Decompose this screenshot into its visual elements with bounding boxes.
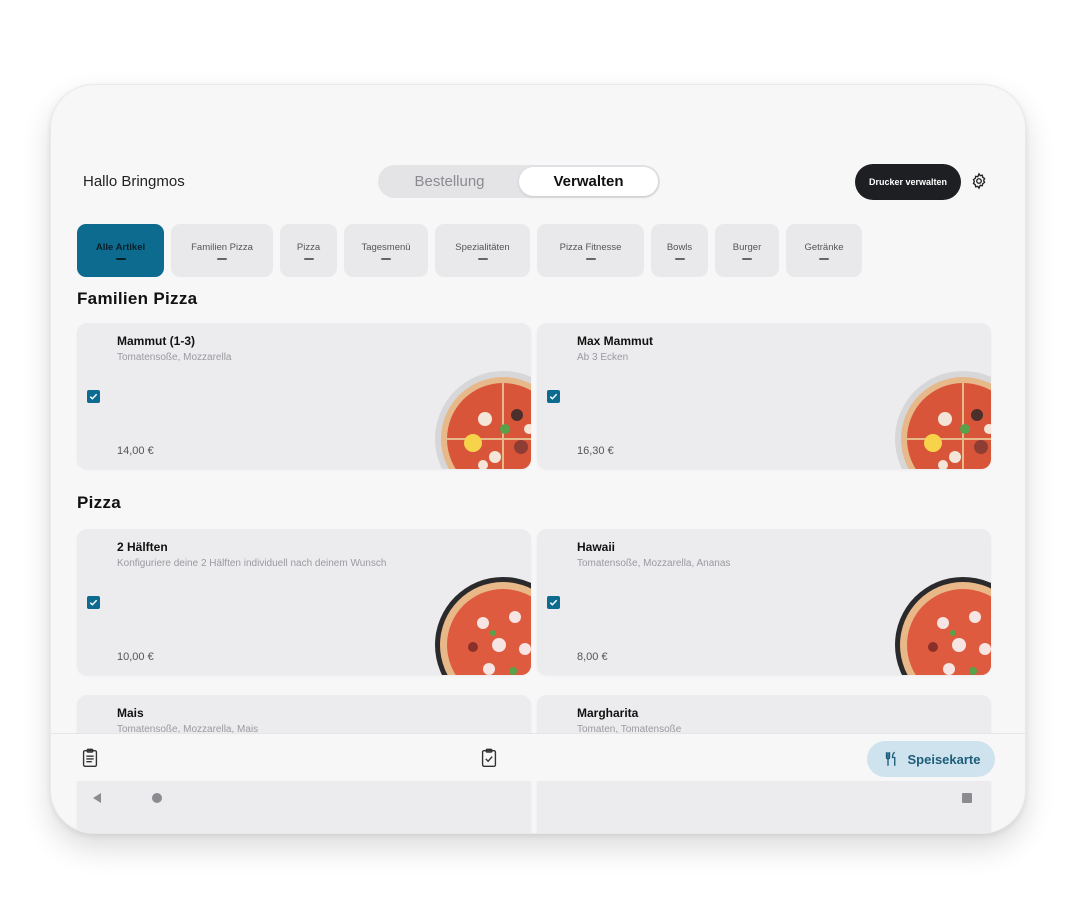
- pizza-image: [435, 577, 531, 675]
- category-label: Tagesmenü: [361, 241, 411, 253]
- clipboard-check-icon[interactable]: [478, 747, 500, 769]
- item-price: 16,30 €: [577, 445, 614, 457]
- back-triangle-icon[interactable]: [93, 793, 101, 803]
- category-label: Getränke: [804, 241, 844, 253]
- category-bar: Alle Artikel Familien Pizza Pizza Tagesm…: [77, 224, 862, 277]
- item-name: Max Mammut: [577, 334, 654, 348]
- item-price: 14,00 €: [117, 445, 154, 457]
- item-name: Mais: [117, 706, 144, 720]
- speisekarte-button[interactable]: Speisekarte: [867, 741, 995, 777]
- checkmark-icon: [89, 599, 98, 606]
- category-label: Burger: [732, 241, 762, 253]
- checkmark-icon: [549, 599, 558, 606]
- section-title-pizza: Pizza: [77, 493, 122, 512]
- availability-checkbox[interactable]: [87, 596, 100, 609]
- recent-square-icon[interactable]: [962, 793, 972, 803]
- item-name: Hawaii: [577, 540, 616, 554]
- category-chip-spezialitaeten[interactable]: Spezialitäten: [435, 224, 530, 277]
- pizza-image: [895, 577, 991, 675]
- category-dash: [819, 257, 829, 260]
- item-description: Konfiguriere deine 2 Hälften individuell…: [117, 558, 387, 569]
- checkmark-icon: [549, 393, 558, 400]
- item-name: Margharita: [577, 706, 639, 720]
- bottom-action-bar: Speisekarte: [51, 733, 1025, 781]
- category-chip-getraenke[interactable]: Getränke: [786, 224, 862, 277]
- system-navigation-bar: [51, 781, 1025, 821]
- fork-knife-icon: [885, 751, 895, 766]
- category-chip-pizza-fitnesse[interactable]: Pizza Fitnesse: [537, 224, 644, 277]
- gear-icon[interactable]: [970, 172, 988, 190]
- category-dash: [217, 257, 227, 260]
- category-dash: [303, 257, 314, 260]
- item-price: 10,00 €: [117, 651, 154, 663]
- item-description: Tomatensoße, Mozzarella: [117, 352, 232, 363]
- category-label: Pizza Fitnesse: [559, 241, 622, 253]
- category-label: Alle Artikel: [95, 241, 146, 253]
- item-name: 2 Hälften: [117, 540, 168, 554]
- menu-item-card[interactable]: Hawaii Tomatensoße, Mozzarella, Ananas 8…: [537, 529, 991, 675]
- menu-item-card[interactable]: Mammut (1-3) Tomatensoße, Mozzarella 14,…: [77, 323, 531, 469]
- availability-checkbox[interactable]: [547, 596, 560, 609]
- item-name: Mammut (1-3): [117, 334, 196, 348]
- section-title-familien-pizza: Familien Pizza: [77, 289, 198, 308]
- tab-verwalten[interactable]: Verwalten: [519, 167, 658, 196]
- category-chip-tagesmenu[interactable]: Tagesmenü: [344, 224, 428, 277]
- category-dash: [585, 257, 596, 260]
- menu-item-card[interactable]: 2 Hälften Konfiguriere deine 2 Hälften i…: [77, 529, 531, 675]
- category-chip-all[interactable]: Alle Artikel: [77, 224, 164, 277]
- menu-item-card[interactable]: Max Mammut Ab 3 Ecken 16,30 €: [537, 323, 991, 469]
- category-label: Spezialitäten: [455, 241, 510, 253]
- availability-checkbox[interactable]: [87, 390, 100, 403]
- category-dash: [742, 257, 752, 260]
- item-price: 8,00 €: [577, 651, 608, 663]
- category-label: Familien Pizza: [191, 241, 253, 253]
- home-circle-icon[interactable]: [152, 793, 162, 803]
- checkmark-icon: [89, 393, 98, 400]
- item-description: Ab 3 Ecken: [577, 352, 629, 363]
- category-dash: [674, 257, 685, 260]
- category-dash: [115, 257, 126, 260]
- speisekarte-label: Speisekarte: [907, 751, 981, 767]
- category-label: Pizza: [296, 241, 321, 253]
- category-dash: [381, 257, 391, 260]
- category-dash: [477, 257, 488, 260]
- mode-toggle: Bestellung Verwalten: [378, 165, 660, 198]
- tab-bestellung[interactable]: Bestellung: [380, 167, 519, 196]
- category-chip-pizza[interactable]: Pizza: [280, 224, 337, 277]
- manage-printer-button[interactable]: Drucker verwalten: [855, 164, 961, 200]
- category-chip-familien-pizza[interactable]: Familien Pizza: [171, 224, 273, 277]
- availability-checkbox[interactable]: [547, 390, 560, 403]
- category-chip-bowls[interactable]: Bowls: [651, 224, 708, 277]
- tablet-screen: Hallo Bringmos Bestellung Verwalten Druc…: [50, 84, 1026, 834]
- pizza-image: [435, 371, 531, 469]
- category-label: Bowls: [666, 241, 693, 253]
- clipboard-list-icon[interactable]: [79, 747, 101, 769]
- pizza-image: [895, 371, 991, 469]
- category-chip-burger[interactable]: Burger: [715, 224, 779, 277]
- greeting-text: Hallo Bringmos: [83, 173, 185, 190]
- item-description: Tomatensoße, Mozzarella, Ananas: [577, 558, 731, 569]
